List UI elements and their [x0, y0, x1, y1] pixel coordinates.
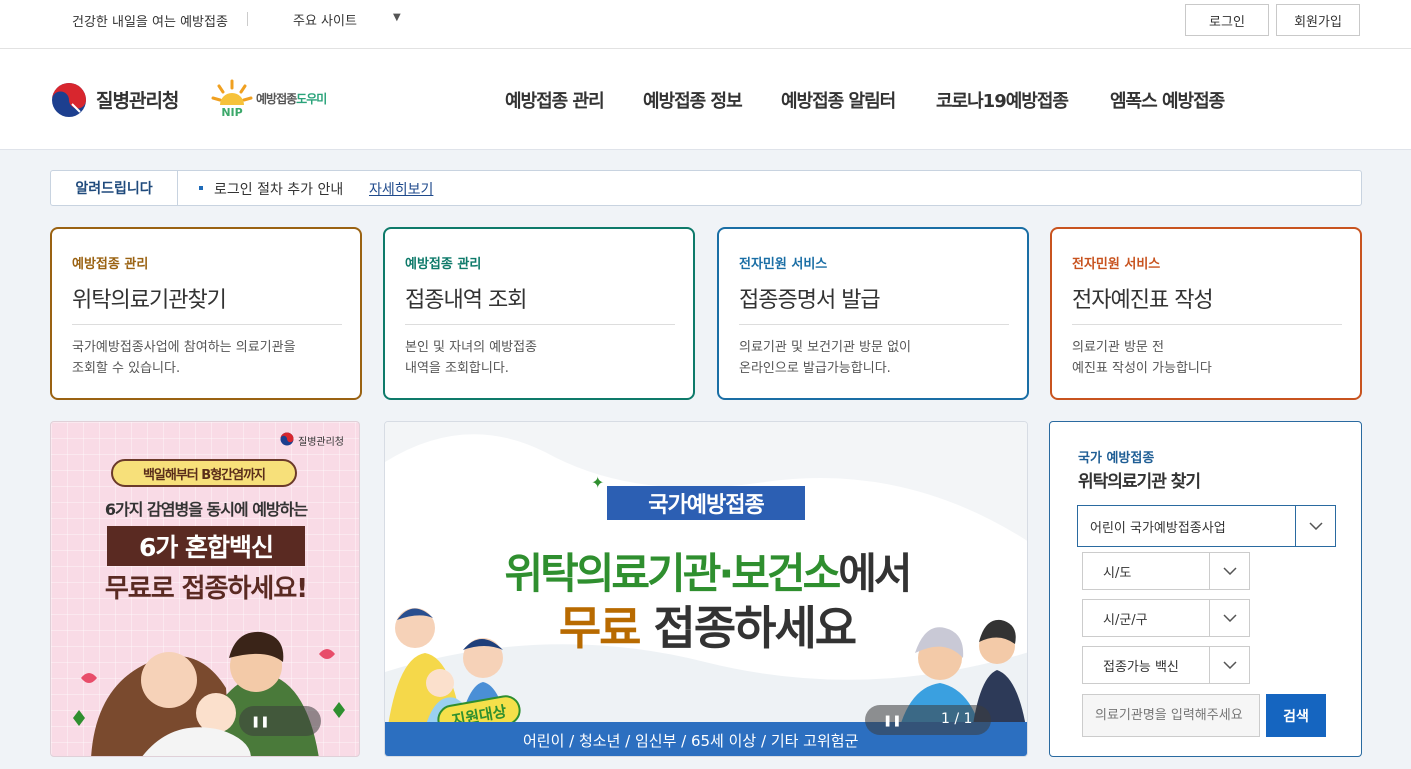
notice-bar: 알려드립니다 로그인 절차 추가 안내 자세히보기: [50, 170, 1362, 206]
nip-letters: NIP: [221, 106, 242, 119]
chevron-down-icon[interactable]: [1209, 553, 1249, 589]
district-select-value: 시/군/구: [1103, 613, 1148, 628]
nav-vaccination-management[interactable]: 예방접종 관리: [505, 87, 605, 113]
targets-text: 어린이 / 청소년 / 임신부 / 65세 이상 / 기타 고위험군: [523, 732, 859, 750]
chevron-down-icon[interactable]: [1209, 647, 1249, 683]
notice-label: 알려드립니다: [51, 171, 178, 205]
card-divider: [739, 324, 1009, 325]
main-sites-dropdown[interactable]: 주요 사이트: [293, 10, 357, 29]
kdca-taegeuk-logo-icon[interactable]: [50, 82, 88, 118]
slogan-divider: [247, 12, 248, 26]
card-category: 전자민원 서비스: [1072, 257, 1161, 272]
card-category: 전자민원 서비스: [739, 257, 828, 272]
chevron-down-icon[interactable]: [1295, 506, 1335, 546]
caret-down-icon[interactable]: ▼: [393, 12, 401, 23]
clinic-search-panel: 국가 예방접종 위탁의료기관 찾기 어린이 국가예방접종사업 시/도 시/군/구…: [1049, 421, 1362, 757]
notice-more-link[interactable]: 자세히보기: [369, 179, 433, 199]
card-description: 본인 및 자녀의 예방접종 내역을 조회합니다.: [405, 340, 537, 376]
vaccine-select-value: 접종가능 백신: [1103, 660, 1179, 675]
card-title: 전자예진표 작성: [1072, 288, 1214, 313]
kdca-small-logo-icon: [280, 432, 294, 446]
district-select[interactable]: 시/군/구: [1082, 599, 1250, 637]
nav-mpox-vaccination[interactable]: 엠폭스 예방접종: [1110, 87, 1225, 113]
banner-line3: 무료로 접종하세요!: [104, 574, 308, 604]
nav-vaccination-notice[interactable]: 예방접종 알림터: [781, 87, 896, 113]
card-description: 국가예방접종사업에 참여하는 의료기관을 조회할 수 있습니다.: [72, 340, 296, 376]
search-title: 위탁의료기관 찾기: [1078, 472, 1201, 492]
family-illustration: [73, 631, 345, 756]
banner-agency: 질병관리청: [298, 437, 344, 448]
card-title: 접종내역 조회: [405, 288, 527, 313]
card-description: 의료기관 및 보건기관 방문 없이 온라인으로 발급가능합니다.: [739, 340, 912, 376]
region-select[interactable]: 시/도: [1082, 552, 1250, 590]
card-category: 예방접종 관리: [72, 257, 149, 272]
slider-control[interactable]: ❚❚ 1 / 1: [865, 705, 991, 735]
banner-line1: 6가지 감염병을 동시에 예방하는: [104, 500, 308, 519]
region-select-value: 시/도: [1103, 566, 1132, 581]
card-title: 접종증명서 발급: [739, 288, 881, 313]
clinic-name-search-input[interactable]: [1082, 694, 1260, 737]
card-find-clinic[interactable]: 예방접종 관리 위탁의료기관찾기 국가예방접종사업에 참여하는 의료기관을 조회…: [50, 227, 362, 400]
headline-dark: 에서: [838, 549, 912, 598]
headline-green: 위탁의료기관·보건소: [504, 549, 842, 598]
search-subtitle: 국가 예방접종: [1078, 451, 1155, 466]
card-description: 의료기관 방문 전 예진표 작성이 가능합니다: [1072, 340, 1212, 376]
card-category: 예방접종 관리: [405, 257, 482, 272]
card-divider: [1072, 324, 1342, 325]
nav-vaccination-info[interactable]: 예방접종 정보: [643, 87, 743, 113]
card-divider: [405, 324, 675, 325]
notice-text[interactable]: 로그인 절차 추가 안내: [214, 179, 343, 199]
nav-covid19-vaccination[interactable]: 코로나19예방접종: [936, 87, 1069, 113]
site-slogan: 건강한 내일을 여는 예방접종: [72, 15, 228, 30]
vaccine-select[interactable]: 접종가능 백신: [1082, 646, 1250, 684]
nip-site-name[interactable]: 예방접종도우미: [256, 90, 327, 107]
bullet-icon: [199, 186, 203, 190]
pause-icon[interactable]: ❚❚: [251, 715, 269, 728]
program-select[interactable]: 어린이 국가예방접종사업: [1077, 505, 1336, 547]
pause-icon[interactable]: ❚❚: [883, 714, 901, 727]
banner-pause-control[interactable]: ❚❚: [239, 706, 321, 736]
login-button[interactable]: 로그인: [1185, 4, 1269, 36]
card-vaccination-history[interactable]: 예방접종 관리 접종내역 조회 본인 및 자녀의 예방접종 내역을 조회합니다.: [383, 227, 695, 400]
slide-counter: 1 / 1: [941, 711, 973, 727]
site-header: 질병관리청 NIP 예방접종도우미 예방접종 관리 예방접종 정보 예방접종 알…: [0, 49, 1411, 150]
program-select-value: 어린이 국가예방접종사업: [1090, 521, 1226, 536]
top-utility-bar: 건강한 내일을 여는 예방접종 주요 사이트 ▼ 로그인 회원가입: [0, 0, 1411, 49]
agency-name[interactable]: 질병관리청: [96, 86, 179, 113]
banner-line2: 6가 혼합백신: [107, 526, 305, 566]
sparkle-icon: ✦: [591, 473, 605, 492]
chevron-down-icon[interactable]: [1209, 600, 1249, 636]
card-title: 위탁의료기관찾기: [72, 288, 227, 313]
hexavalent-vaccine-banner[interactable]: 질병관리청 백일해부터 B형간염까지 6가지 감염병을 동시에 예방하는 6가 …: [50, 421, 360, 757]
nip-name-main: 예방접종: [256, 92, 297, 106]
banner-tag: 국가예방접종: [607, 486, 805, 520]
main-promo-banner[interactable]: ✦ 국가예방접종 위탁의료기관·보건소에서 무료 접종하세요 지원대상 어린이 …: [384, 421, 1028, 757]
signup-button[interactable]: 회원가입: [1276, 4, 1360, 36]
nip-name-sub: 도우미: [296, 92, 327, 106]
card-e-questionnaire[interactable]: 전자민원 서비스 전자예진표 작성 의료기관 방문 전 예진표 작성이 가능합니…: [1050, 227, 1362, 400]
nip-sun-logo-icon[interactable]: NIP: [210, 79, 254, 119]
card-divider: [72, 324, 342, 325]
banner-ribbon: 백일해부터 B형간염까지: [111, 459, 297, 487]
card-certificate-issue[interactable]: 전자민원 서비스 접종증명서 발급 의료기관 및 보건기관 방문 없이 온라인으…: [717, 227, 1029, 400]
search-button[interactable]: 검색: [1266, 694, 1326, 737]
